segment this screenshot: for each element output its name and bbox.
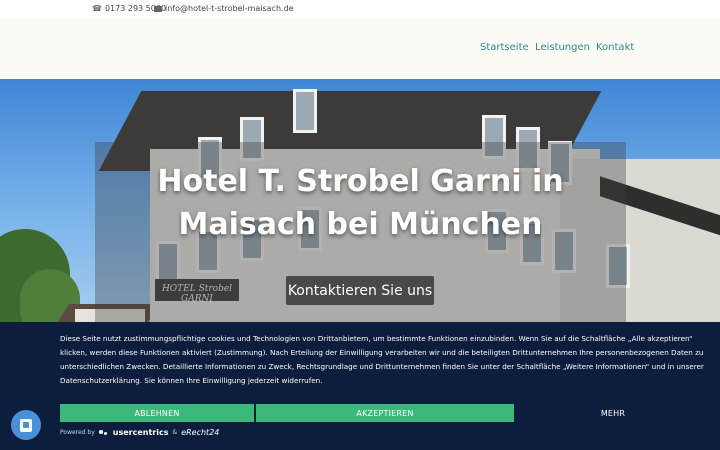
contact-cta-button[interactable]: Kontaktieren Sie uns — [286, 276, 434, 305]
usercentrics-brand[interactable]: usercentrics — [113, 428, 169, 437]
top-bar: ☎ 0173 293 5000 info@hotel-t-strobel-mai… — [0, 0, 720, 18]
powered-by-label: Powered by — [60, 429, 95, 436]
privacy-settings-button[interactable] — [11, 410, 41, 440]
privacy-settings-icon — [20, 418, 32, 432]
nav-item-startseite[interactable]: Startseite — [480, 42, 529, 53]
cookie-consent-text: Diese Seite nutzt zustimmungspflichtige … — [60, 334, 704, 385]
nav-link-startseite[interactable]: Startseite — [480, 42, 529, 53]
email-contact[interactable]: info@hotel-t-strobel-maisach.de — [154, 4, 294, 13]
nav-item-leistungen[interactable]: Leistungen — [535, 42, 590, 53]
hero-title: Hotel T. Strobel Garni in Maisach bei Mü… — [157, 164, 564, 242]
reject-cookies-button[interactable]: ABLEHNEN — [60, 404, 254, 422]
usercentrics-logo-icon — [98, 429, 109, 437]
email-address[interactable]: info@hotel-t-strobel-maisach.de — [165, 4, 294, 13]
envelope-icon — [154, 5, 162, 12]
powered-by: Powered by usercentrics & eRecht24 — [60, 428, 219, 437]
cookie-consent-banner: Diese Seite nutzt zustimmungspflichtige … — [0, 322, 720, 450]
erecht24-brand[interactable]: eRecht24 — [181, 428, 219, 437]
site-header: Startseite Leistungen Kontakt — [0, 18, 720, 79]
phone-icon: ☎ — [92, 4, 102, 13]
nav-link-kontakt[interactable]: Kontakt — [596, 42, 634, 53]
ampersand: & — [172, 429, 178, 436]
accept-cookies-button[interactable]: AKZEPTIEREN — [256, 404, 514, 422]
window-image — [293, 89, 317, 133]
nav-link-leistungen[interactable]: Leistungen — [535, 42, 590, 53]
more-info-button[interactable]: MEHR — [516, 404, 710, 422]
nav-item-kontakt[interactable]: Kontakt — [596, 42, 634, 53]
